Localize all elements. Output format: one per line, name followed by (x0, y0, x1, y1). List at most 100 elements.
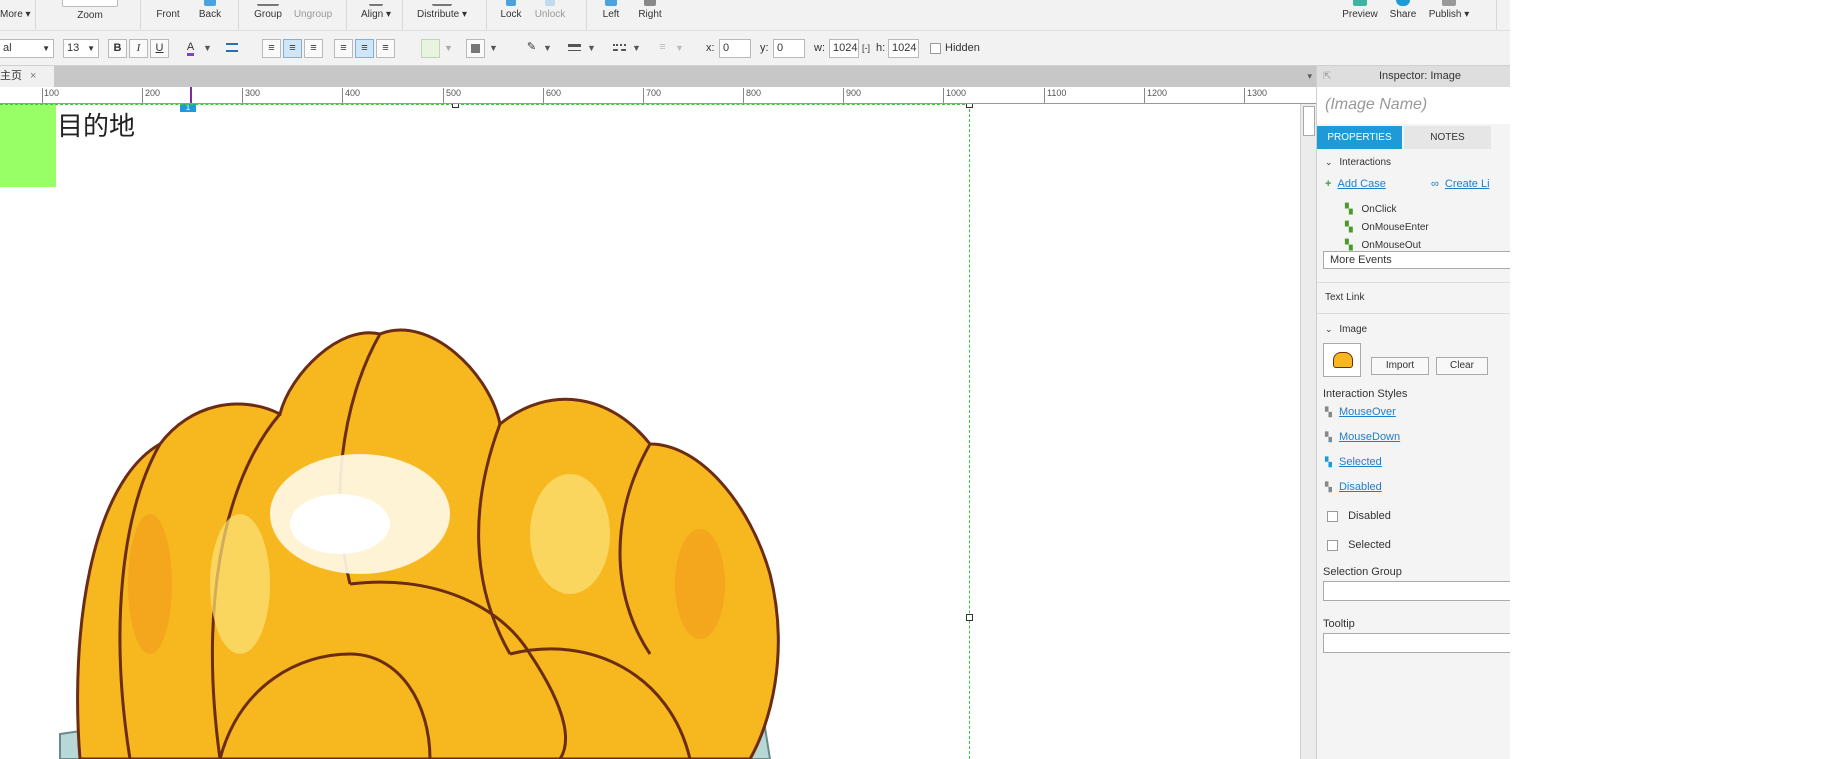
share-button[interactable]: Share (1386, 0, 1420, 30)
event-cursor-icon: ▚ (1345, 204, 1353, 215)
disabled-checkbox-row[interactable]: Disabled (1327, 510, 1391, 522)
y-input[interactable]: 0 (773, 39, 805, 58)
width-input[interactable]: 1024 (829, 39, 859, 58)
preview-button[interactable]: Preview (1340, 0, 1380, 30)
italic-button[interactable]: I (129, 39, 148, 58)
resize-handle[interactable] (452, 104, 459, 108)
underline-button[interactable]: U (150, 39, 169, 58)
tab-notes[interactable]: NOTES (1404, 126, 1491, 149)
front-label: Front (156, 9, 180, 20)
bold-button[interactable]: B (108, 39, 127, 58)
canvas-heading-text[interactable]: 目的地 (57, 106, 135, 143)
design-canvas[interactable]: 目的地 1 (0, 104, 1300, 759)
selected-checkbox-row[interactable]: Selected (1327, 539, 1391, 551)
chevron-down-icon[interactable]: ▼ (444, 39, 453, 58)
style-mousedown-link[interactable]: ▚ MouseDown (1325, 431, 1400, 443)
image-name-field[interactable]: (Image Name) (1317, 87, 1510, 124)
page-tab-bar: 主页 × ▾ (0, 66, 1316, 87)
publish-button[interactable]: Publish ▾ (1424, 0, 1474, 30)
mouseover-style-icon: ▚ (1325, 407, 1332, 417)
more-button[interactable]: More ▾ (0, 0, 31, 30)
disabled-checkbox[interactable] (1327, 510, 1338, 522)
text-link-section[interactable]: Text Link (1325, 292, 1364, 303)
bullet-list-button[interactable] (222, 39, 241, 58)
pastry-image-widget[interactable] (50, 254, 830, 759)
tooltip-input[interactable] (1323, 633, 1510, 653)
group-button[interactable]: Group (248, 0, 288, 30)
selected-checkbox[interactable] (1327, 539, 1338, 551)
canvas-vertical-scrollbar[interactable] (1300, 104, 1316, 759)
chevron-down-icon[interactable]: ▼ (587, 39, 596, 58)
zoom-control[interactable]: Zoom (60, 0, 120, 30)
import-button[interactable]: Import (1371, 357, 1429, 375)
format-toolbar: al ▼ 13 ▼ B I U A ▼ ≡ ≡ ≡ ≡ ≡ ≡ ▼ ▼ ✎ ▼ … (0, 30, 1510, 66)
image-section-header[interactable]: ⌄ Image (1325, 324, 1367, 335)
x-input[interactable]: 0 (719, 39, 751, 58)
align-button[interactable]: Align ▾ (356, 0, 396, 30)
line-color-button[interactable]: ✎ (522, 39, 541, 58)
ungroup-icon (304, 0, 322, 6)
style-mouseover-link[interactable]: ▚ MouseOver (1325, 406, 1396, 418)
line-style-button[interactable] (610, 39, 629, 58)
ruler-tick (1044, 88, 1045, 103)
event-item[interactable]: ▚ OnMouseEnter (1345, 222, 1429, 233)
image-thumbnail[interactable] (1323, 343, 1361, 377)
style-label: Disabled (1338, 481, 1382, 493)
tab-menu-icon[interactable]: ▾ (1307, 66, 1312, 87)
bring-front-button[interactable]: Front (150, 0, 186, 30)
align-left-button[interactable]: ≡ (262, 39, 281, 58)
font-size-select[interactable]: 13 ▼ (63, 39, 99, 58)
selection-group-input[interactable] (1323, 581, 1510, 601)
add-case-link[interactable]: + Add Case (1325, 178, 1386, 190)
chevron-down-icon[interactable]: ▼ (543, 39, 552, 58)
chevron-down-icon[interactable]: ▼ (632, 39, 641, 58)
lock-icon (506, 0, 516, 6)
font-family-select[interactable]: al ▼ (0, 39, 54, 58)
lock-ratio-icon[interactable]: [‑] (862, 39, 870, 58)
shadow-button[interactable] (466, 39, 485, 58)
chevron-down-icon[interactable]: ▼ (203, 39, 212, 58)
unlock-button[interactable]: Unlock (532, 0, 568, 30)
valign-top-button[interactable]: ≡ (334, 39, 353, 58)
interactions-heading: Interactions (1339, 157, 1392, 168)
chevron-down-icon[interactable]: ▼ (675, 39, 684, 58)
tab-home[interactable]: 主页 × (0, 66, 54, 87)
close-icon[interactable]: × (30, 66, 36, 87)
height-input[interactable]: 1024 (888, 39, 919, 58)
interactions-section-header[interactable]: ⌄ Interactions (1325, 157, 1391, 168)
clear-button[interactable]: Clear (1436, 357, 1488, 375)
line-width-button[interactable] (565, 39, 584, 58)
create-link-link[interactable]: ∞ Create Li (1431, 178, 1490, 190)
align-right-button[interactable]: ≡ (304, 39, 323, 58)
left-button[interactable]: Left (596, 0, 626, 30)
ungroup-button[interactable]: Ungroup (290, 0, 336, 30)
event-item[interactable]: ▚ OnMouseOut (1345, 240, 1421, 251)
image-heading: Image (1339, 324, 1368, 335)
green-rectangle-widget[interactable] (0, 104, 56, 187)
right-button[interactable]: Right (634, 0, 666, 30)
valign-bottom-button[interactable]: ≡ (376, 39, 395, 58)
zoom-box[interactable] (62, 0, 118, 7)
fill-color-button[interactable] (421, 39, 440, 58)
chevron-down-icon[interactable]: ▼ (489, 39, 498, 58)
distribute-button[interactable]: Distribute ▾ (412, 0, 472, 30)
style-disabled-link[interactable]: ▚ Disabled (1325, 481, 1382, 493)
hidden-checkbox[interactable] (930, 43, 941, 54)
lock-button[interactable]: Lock (496, 0, 526, 30)
event-item[interactable]: ▚ OnClick (1345, 204, 1397, 215)
footnote-marker[interactable]: 1 (180, 104, 196, 112)
send-back-button[interactable]: Back (192, 0, 228, 30)
resize-handle[interactable] (966, 614, 973, 621)
valign-middle-button[interactable]: ≡ (355, 39, 374, 58)
ruler-position-marker (190, 87, 192, 103)
align-center-button[interactable]: ≡ (283, 39, 302, 58)
ruler-tick (943, 88, 944, 103)
scrollbar-thumb[interactable] (1303, 106, 1315, 136)
resize-handle[interactable] (966, 104, 973, 108)
tab-properties[interactable]: PROPERTIES (1317, 126, 1402, 149)
more-events-select[interactable]: More Events (1323, 251, 1510, 269)
font-color-button[interactable]: A (181, 39, 200, 58)
collapse-icon[interactable]: ⇱ (1323, 66, 1331, 87)
style-selected-link[interactable]: ▚ Selected (1325, 456, 1382, 468)
arrow-style-button[interactable]: ≡ (653, 39, 672, 58)
